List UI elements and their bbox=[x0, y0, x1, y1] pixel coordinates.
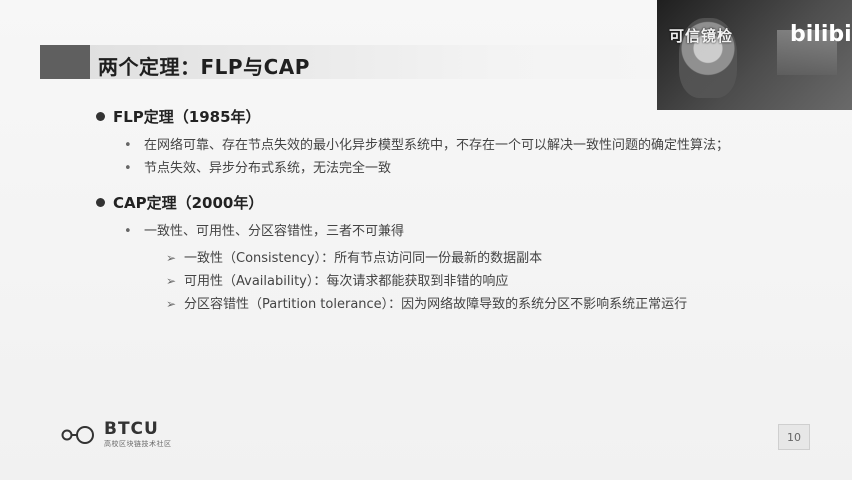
bullet-dot-icon bbox=[96, 111, 105, 121]
arrow-icon: ➢ bbox=[166, 274, 177, 288]
sub-list-item: ➢ 分区容错性（Partition tolerance）：因为网络故障导致的系统… bbox=[166, 293, 746, 316]
webcam-overlay: 可信镜检 bilibili bbox=[657, 0, 852, 110]
flp-title: FLP定理（1985年） bbox=[96, 104, 746, 128]
main-content: FLP定理（1985年） • 在网络可靠、存在节点失效的最小化异步模型系统中，不… bbox=[96, 104, 746, 326]
sub-item-text: 分区容错性（Partition tolerance）：因为网络故障导致的系统分区… bbox=[184, 297, 688, 312]
cap-section: CAP定理（2000年） • 一致性、可用性、分区容错性，三者不可兼得 ➢ 一致… bbox=[96, 190, 746, 316]
list-item: • 一致性、可用性、分区容错性，三者不可兼得 bbox=[96, 220, 746, 243]
cap-sub-items: ➢ 一致性（Consistency）：所有节点访问同一份最新的数据副本 ➢ 可用… bbox=[166, 247, 746, 316]
flp-title-text: FLP定理（1985年） bbox=[113, 107, 261, 126]
list-item-text: 一致性、可用性、分区容错性，三者不可兼得 bbox=[144, 224, 405, 239]
sub-item-text: 一致性（Consistency）：所有节点访问同一份最新的数据副本 bbox=[184, 251, 543, 266]
list-item-text: 节点失效、异步分布式系统，无法完全一致 bbox=[144, 161, 392, 176]
bilibili-watermark: bilibili bbox=[790, 22, 852, 47]
sub-item-text: 可用性（Availability）：每次请求都能获取到非错的响应 bbox=[184, 274, 509, 289]
small-dot-icon: • bbox=[124, 138, 132, 153]
sub-list-item: ➢ 可用性（Availability）：每次请求都能获取到非错的响应 bbox=[166, 270, 746, 293]
cap-title: CAP定理（2000年） bbox=[96, 190, 746, 214]
small-dot-icon: • bbox=[124, 224, 132, 239]
list-item-text: 在网络可靠、存在节点失效的最小化异步模型系统中，不存在一个可以解决一致性问题的确… bbox=[144, 138, 730, 153]
page-title: 两个定理：FLP与CAP bbox=[98, 55, 310, 79]
flp-items: • 在网络可靠、存在节点失效的最小化异步模型系统中，不存在一个可以解决一致性问题… bbox=[96, 134, 746, 180]
title-block bbox=[40, 45, 90, 79]
logo-subtitle: 高校区块链技术社区 bbox=[104, 440, 172, 448]
logo-icon bbox=[58, 423, 100, 447]
cap-items: • 一致性、可用性、分区容错性，三者不可兼得 bbox=[96, 220, 746, 243]
slide: 两个定理：FLP与CAP FLP定理（1985年） • 在网络可靠、存在节点失效… bbox=[0, 0, 852, 480]
overlay-text: 可信镜检 bbox=[669, 27, 734, 45]
logo-name: BTCU bbox=[104, 419, 159, 439]
bullet-dot-icon bbox=[96, 197, 105, 207]
list-item: • 节点失效、异步分布式系统，无法完全一致 bbox=[96, 157, 746, 180]
arrow-icon: ➢ bbox=[166, 297, 177, 311]
cap-title-text: CAP定理（2000年） bbox=[113, 193, 264, 212]
list-item: • 在网络可靠、存在节点失效的最小化异步模型系统中，不存在一个可以解决一致性问题… bbox=[96, 134, 746, 157]
flp-section: FLP定理（1985年） • 在网络可靠、存在节点失效的最小化异步模型系统中，不… bbox=[96, 104, 746, 180]
page-number: 10 bbox=[778, 424, 810, 450]
logo: BTCU 高校区块链技术社区 bbox=[58, 421, 172, 449]
small-dot-icon: • bbox=[124, 161, 132, 176]
sub-list-item: ➢ 一致性（Consistency）：所有节点访问同一份最新的数据副本 bbox=[166, 247, 746, 270]
arrow-icon: ➢ bbox=[166, 251, 177, 265]
